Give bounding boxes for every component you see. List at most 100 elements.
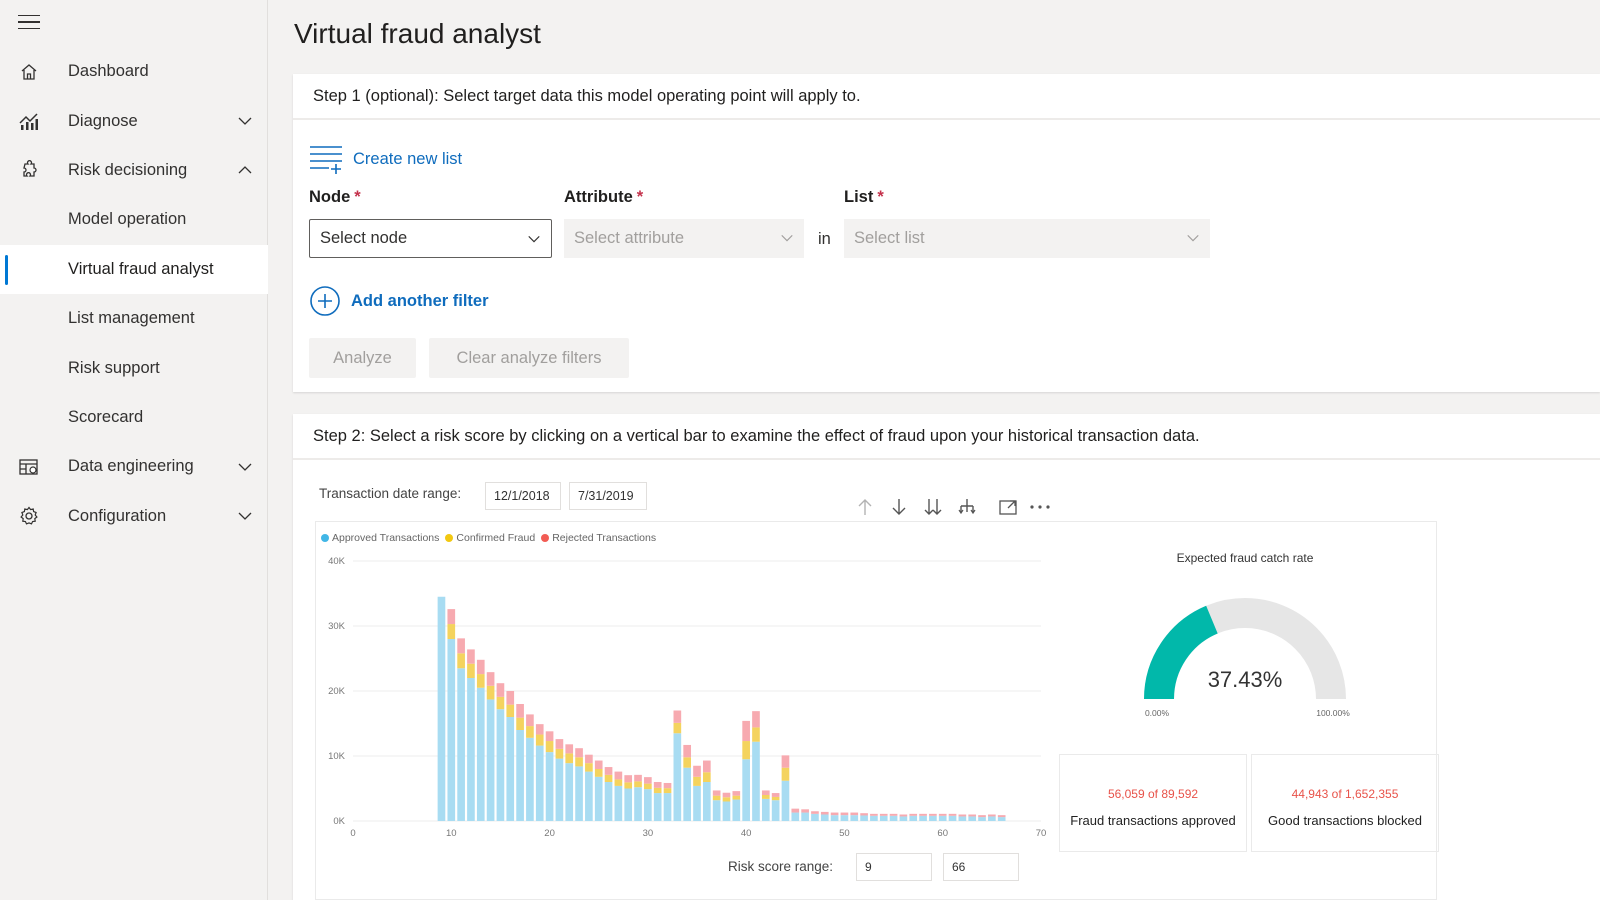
- bar-segment[interactable]: [545, 741, 554, 753]
- bar-segment[interactable]: [506, 717, 515, 821]
- bar-segment[interactable]: [978, 817, 986, 821]
- add-another-filter-link[interactable]: Add another filter: [309, 285, 489, 317]
- sort-up-icon[interactable]: [854, 496, 876, 518]
- bar-segment[interactable]: [722, 792, 731, 798]
- bar-segment[interactable]: [761, 790, 770, 795]
- bar-segment[interactable]: [997, 817, 1006, 821]
- bar-segment[interactable]: [526, 714, 534, 727]
- bar-segment[interactable]: [909, 815, 918, 821]
- bar-segment[interactable]: [801, 812, 809, 821]
- bar-segment[interactable]: [614, 779, 623, 786]
- bar-segment[interactable]: [771, 796, 780, 801]
- bar-segment[interactable]: [909, 813, 918, 816]
- bar-segment[interactable]: [673, 722, 682, 734]
- bar-segment[interactable]: [742, 741, 750, 760]
- bar-segment[interactable]: [879, 813, 888, 816]
- bar-segment[interactable]: [978, 815, 986, 818]
- bar-segment[interactable]: [653, 782, 662, 788]
- attribute-dropdown[interactable]: Select attribute: [564, 219, 804, 258]
- bar-segment[interactable]: [811, 811, 819, 814]
- sidebar-item-virtual-fraud-analyst[interactable]: Virtual fraud analyst: [0, 244, 268, 294]
- bar-segment[interactable]: [476, 674, 485, 688]
- bar-segment[interactable]: [555, 758, 564, 821]
- bar-segment[interactable]: [820, 814, 829, 822]
- bar-segment[interactable]: [791, 812, 800, 821]
- bar-segment[interactable]: [604, 774, 613, 782]
- sidebar-item-dashboard[interactable]: Dashboard: [0, 47, 268, 96]
- bar-segment[interactable]: [585, 763, 593, 772]
- bar-segment[interactable]: [496, 696, 505, 710]
- bar-segment[interactable]: [486, 672, 495, 686]
- chevron-up-icon[interactable]: [237, 162, 253, 178]
- bar-segment[interactable]: [771, 800, 780, 821]
- bar-segment[interactable]: [467, 649, 475, 664]
- node-dropdown[interactable]: Select node: [309, 219, 552, 258]
- sidebar-item-risk-decisioning[interactable]: Risk decisioning: [0, 146, 268, 195]
- bar-segment[interactable]: [742, 759, 750, 821]
- bar-segment[interactable]: [457, 668, 465, 821]
- bar-segment[interactable]: [565, 753, 574, 764]
- bar-segment[interactable]: [506, 691, 515, 705]
- bar-segment[interactable]: [988, 814, 996, 817]
- bar-segment[interactable]: [614, 771, 623, 780]
- bar-segment[interactable]: [644, 777, 652, 784]
- bar-segment[interactable]: [860, 815, 868, 821]
- bar-segment[interactable]: [555, 748, 564, 759]
- bar-segment[interactable]: [526, 737, 534, 821]
- bar-segment[interactable]: [614, 785, 623, 821]
- sidebar-item-risk-support[interactable]: Risk support: [0, 343, 268, 392]
- bar-segment[interactable]: [811, 813, 819, 821]
- bar-segment[interactable]: [594, 769, 603, 777]
- bar-segment[interactable]: [457, 638, 465, 654]
- bar-segment[interactable]: [467, 663, 475, 678]
- sidebar-item-configuration[interactable]: Configuration: [0, 492, 268, 541]
- bar-segment[interactable]: [565, 763, 574, 821]
- bar-segment[interactable]: [820, 811, 829, 815]
- bar-segment[interactable]: [476, 659, 485, 675]
- bar-segment[interactable]: [447, 609, 456, 625]
- focus-mode-icon[interactable]: [997, 496, 1019, 518]
- bar-segment[interactable]: [644, 789, 652, 821]
- bar-segment[interactable]: [712, 800, 721, 821]
- bar-segment[interactable]: [958, 816, 967, 821]
- bar-segment[interactable]: [702, 772, 711, 782]
- bar-segment[interactable]: [781, 767, 790, 781]
- bar-segment[interactable]: [919, 815, 927, 821]
- chevron-down-icon[interactable]: [237, 508, 253, 524]
- bar-segment[interactable]: [663, 788, 672, 794]
- bar-segment[interactable]: [771, 793, 780, 797]
- bar-segment[interactable]: [988, 816, 996, 821]
- bar-segment[interactable]: [722, 801, 731, 822]
- bar-segment[interactable]: [761, 798, 770, 821]
- bar-segment[interactable]: [653, 793, 662, 821]
- bar-segment[interactable]: [693, 785, 701, 821]
- bar-segment[interactable]: [594, 760, 603, 769]
- bar-segment[interactable]: [899, 814, 908, 817]
- risk-score-min-input[interactable]: 9: [856, 853, 932, 881]
- bar-segment[interactable]: [447, 624, 456, 639]
- create-new-list-link[interactable]: Create new list: [309, 144, 462, 174]
- risk-score-bar-chart[interactable]: 0K 10K 20K 30K 40K 0 10 20 30 40 50 60 70: [315, 521, 1055, 851]
- bar-segment[interactable]: [732, 795, 741, 800]
- bar-segment[interactable]: [516, 717, 524, 730]
- bar-segment[interactable]: [761, 795, 770, 799]
- bar-segment[interactable]: [840, 812, 849, 816]
- bar-segment[interactable]: [850, 812, 859, 816]
- sidebar-item-list-management[interactable]: List management: [0, 294, 268, 343]
- clear-analyze-filters-button[interactable]: Clear analyze filters: [429, 338, 629, 378]
- bar-segment[interactable]: [653, 787, 662, 794]
- bar-segment[interactable]: [732, 791, 741, 796]
- bar-segment[interactable]: [565, 744, 574, 754]
- bar-segment[interactable]: [604, 767, 613, 775]
- bar-segment[interactable]: [624, 775, 633, 783]
- bar-segment[interactable]: [673, 733, 682, 821]
- sidebar-item-data-engineering[interactable]: Data engineering: [0, 442, 268, 491]
- bar-segment[interactable]: [535, 724, 544, 735]
- bar-segment[interactable]: [585, 754, 593, 764]
- bar-segment[interactable]: [938, 813, 947, 816]
- bar-segment[interactable]: [938, 815, 947, 821]
- bar-segment[interactable]: [781, 780, 790, 821]
- bar-segment[interactable]: [545, 731, 554, 742]
- bar-segment[interactable]: [663, 782, 672, 789]
- bar-segment[interactable]: [752, 741, 760, 821]
